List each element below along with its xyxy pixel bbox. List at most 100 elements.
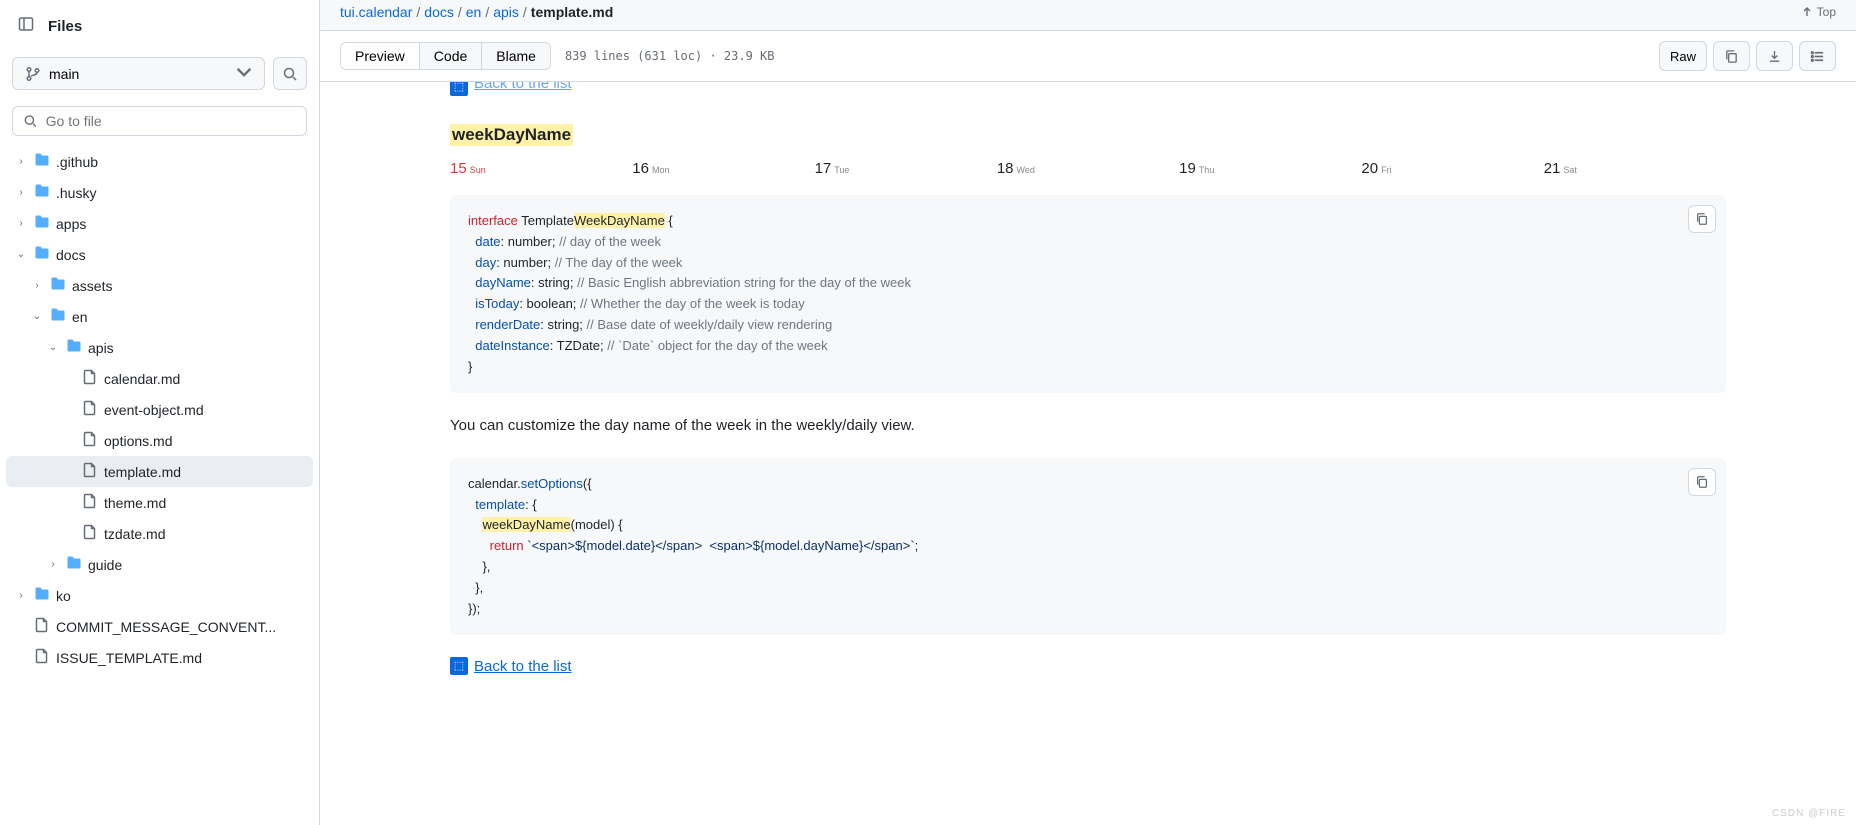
anchor-marker[interactable]: ⬚ [450,82,468,96]
tab-preview[interactable]: Preview [341,43,420,69]
tree-folder[interactable]: ›apps [6,208,313,239]
week-day-cell: 16Mon [632,160,814,177]
section-heading: weekDayName [450,124,573,146]
tree-search-button[interactable] [273,57,307,90]
search-icon [282,66,298,82]
file-icon [82,369,98,388]
folder-icon [66,555,82,574]
tree-item-label: ko [56,588,71,604]
file-icon [82,493,98,512]
week-day-cell: 20Fri [1361,160,1543,177]
file-icon [34,617,50,636]
copy-icon [1695,212,1709,226]
tree-folder[interactable]: ›guide [6,549,313,580]
breadcrumb-link[interactable]: apis [493,4,519,20]
week-day-cell: 18Wed [997,160,1179,177]
folder-icon [34,214,50,233]
tree-folder[interactable]: ⌄docs [6,239,313,270]
download-button[interactable] [1756,41,1793,71]
week-day-cell: 21Sat [1544,160,1726,177]
breadcrumb-link[interactable]: en [466,4,482,20]
tree-file[interactable]: calendar.md [6,363,313,394]
week-day-cell: 15Sun [450,160,632,177]
file-tree-sidebar: Files main ›.github›.husky›apps⌄docs›ass… [0,0,320,825]
tree-item-label: tzdate.md [104,526,165,542]
folder-icon [34,586,50,605]
file-icon [82,462,98,481]
tree-folder[interactable]: ⌄apis [6,332,313,363]
code-block-interface: interface TemplateWeekDayName { date: nu… [450,195,1726,393]
git-branch-icon [25,66,41,82]
tree-file[interactable]: ISSUE_TEMPLATE.md [6,642,313,673]
copy-code-button[interactable] [1688,205,1716,233]
copy-raw-button[interactable] [1713,41,1750,71]
tree-item-label: calendar.md [104,371,180,387]
file-icon [82,431,98,450]
code-block-usage: calendar.setOptions({ template: { weekDa… [450,458,1726,636]
copy-code-button[interactable] [1688,468,1716,496]
breadcrumb-link[interactable]: tui.calendar [340,4,412,20]
caret-down-icon [236,64,252,83]
chevron-right-icon: › [30,280,44,291]
back-link-row: ⬚ Back to the list [450,657,1836,675]
tree-item-label: ISSUE_TEMPLATE.md [56,650,202,666]
folder-icon [66,338,82,357]
chevron-down-icon: ⌄ [30,311,44,322]
main-panel: tui.calendar/docs/en/apis/template.md To… [320,0,1856,825]
description-text: You can customize the day name of the we… [450,415,1726,438]
tree-folder[interactable]: ›ko [6,580,313,611]
tree-item-label: docs [56,247,86,263]
watermark: CSDN @FIRE [1772,808,1846,819]
branch-selector[interactable]: main [12,57,265,90]
go-to-file-field[interactable] [46,113,296,129]
anchor-marker[interactable]: ⬚ [450,657,468,675]
file-toolbar: Preview Code Blame 839 lines (631 loc) ·… [320,31,1856,82]
tree-item-label: en [72,309,88,325]
search-icon [23,113,38,129]
tree-item-label: COMMIT_MESSAGE_CONVENT... [56,619,276,635]
tree-file[interactable]: COMMIT_MESSAGE_CONVENT... [6,611,313,642]
tree-item-label: .github [56,154,98,170]
file-icon [34,648,50,667]
chevron-right-icon: › [14,156,28,167]
tree-item-label: options.md [104,433,172,449]
tree-item-label: guide [88,557,122,573]
outline-button[interactable] [1799,41,1836,71]
tab-blame[interactable]: Blame [482,43,550,69]
back-link-partial: ⬚ Back to the list [340,82,1836,96]
tree-folder[interactable]: ›.husky [6,177,313,208]
tree-item-label: apps [56,216,86,232]
breadcrumb-link[interactable]: docs [424,4,454,20]
copy-icon [1695,475,1709,489]
tab-code[interactable]: Code [420,43,482,69]
tree-file[interactable]: template.md [6,456,313,487]
folder-icon [34,245,50,264]
tree-item-label: apis [88,340,114,356]
breadcrumb-current: template.md [531,4,613,20]
folder-icon [50,307,66,326]
tree-file[interactable]: options.md [6,425,313,456]
raw-button[interactable]: Raw [1659,41,1707,71]
back-to-list-link[interactable]: Back to the list [474,82,572,92]
tree-item-label: template.md [104,464,181,480]
back-to-top-link[interactable]: Top [1801,5,1836,19]
document-content: ⬚ Back to the list weekDayName 15Sun16Mo… [320,82,1856,825]
folder-icon [34,152,50,171]
file-icon [82,524,98,543]
week-day-cell: 17Tue [815,160,997,177]
tree-folder[interactable]: ⌄ en [6,301,313,332]
list-icon [1810,49,1825,64]
go-to-file-input[interactable] [12,106,307,136]
copy-icon [1724,49,1739,64]
tree-file[interactable]: theme.md [6,487,313,518]
file-icon [82,400,98,419]
tree-folder[interactable]: › .github [6,146,313,177]
tree-folder[interactable]: ›assets [6,270,313,301]
breadcrumb: tui.calendar/docs/en/apis/template.md [340,4,613,20]
tree-file[interactable]: tzdate.md [6,518,313,549]
panel-toggle-icon[interactable] [18,16,34,37]
tree-file[interactable]: event-object.md [6,394,313,425]
folder-icon [50,276,66,295]
folder-icon [34,183,50,202]
back-to-list-link[interactable]: Back to the list [474,658,572,675]
